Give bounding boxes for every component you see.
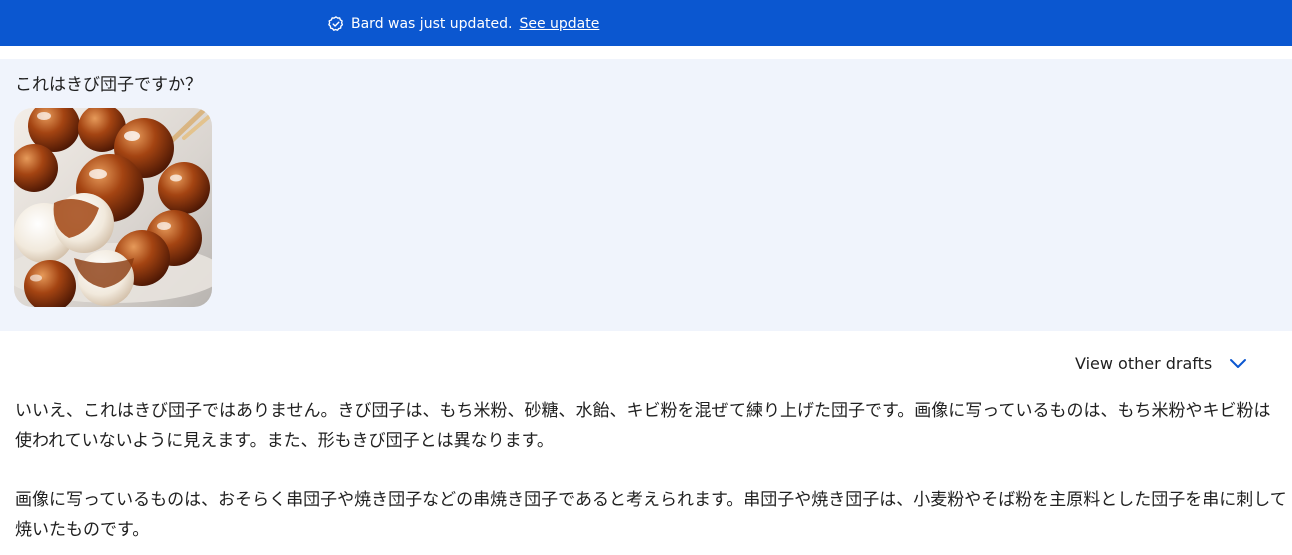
view-other-drafts-label: View other drafts	[1075, 353, 1213, 373]
user-query-panel: これはきび団子ですか？	[0, 59, 1292, 331]
dango-skewers-image[interactable]	[14, 108, 212, 307]
chevron-down-icon	[1228, 353, 1248, 373]
banner-content: Bard was just updated. See update	[327, 13, 599, 35]
view-other-drafts-button[interactable]: View other drafts	[1075, 351, 1248, 375]
banner-message: Bard was just updated.	[351, 16, 513, 32]
user-query-text: これはきび団子ですか？	[15, 75, 202, 95]
response-paragraph: 画像に写っているものは、おそらく串団子や焼き団子などの串焼き団子であると考えられ…	[15, 490, 1287, 540]
update-banner: Bard was just updated. See update	[0, 0, 1292, 46]
verified-check-icon	[327, 15, 345, 33]
response-paragraph: いいえ、これはきび団子ではありません。きび団子は、もち米粉、砂糖、水飴、キビ粉を…	[15, 401, 1271, 451]
see-update-link[interactable]: See update	[519, 16, 599, 32]
